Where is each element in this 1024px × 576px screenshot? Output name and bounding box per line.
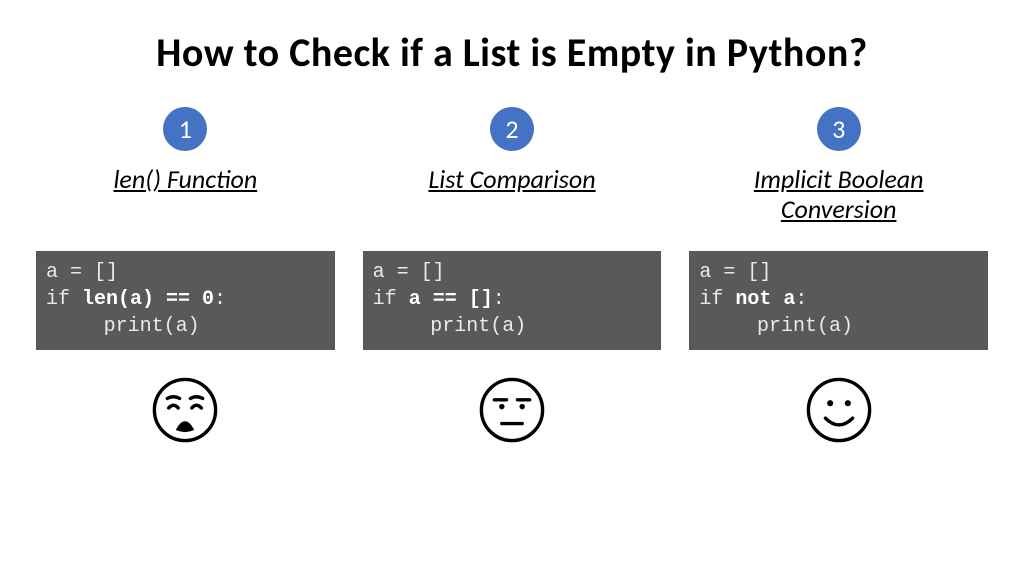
code-line: a = [] xyxy=(699,259,978,286)
badge-1: 1 xyxy=(163,107,207,151)
code-block-1: a = [] if len(a) == 0: print(a) xyxy=(36,251,335,350)
smile-face-icon xyxy=(805,376,873,444)
subtitle-3: Implicit Boolean Conversion xyxy=(689,165,988,237)
weary-face-icon xyxy=(151,376,219,444)
badge-2: 2 xyxy=(490,107,534,151)
code-line: if len(a) == 0: xyxy=(46,286,325,313)
slide: How to Check if a List is Empty in Pytho… xyxy=(0,0,1024,576)
column-3: 3 Implicit Boolean Conversion a = [] if … xyxy=(689,107,988,444)
code-line: if a == []: xyxy=(373,286,652,313)
badge-3: 3 xyxy=(817,107,861,151)
columns-row: 1 len() Function a = [] if len(a) == 0: … xyxy=(36,107,988,444)
page-title: How to Check if a List is Empty in Pytho… xyxy=(36,28,988,77)
code-line: print(a) xyxy=(699,313,978,340)
code-line: a = [] xyxy=(46,259,325,286)
code-block-3: a = [] if not a: print(a) xyxy=(689,251,988,350)
code-block-2: a = [] if a == []: print(a) xyxy=(363,251,662,350)
code-line: if not a: xyxy=(699,286,978,313)
subtitle-2: List Comparison xyxy=(424,165,599,237)
column-1: 1 len() Function a = [] if len(a) == 0: … xyxy=(36,107,335,444)
code-line: print(a) xyxy=(373,313,652,340)
column-2: 2 List Comparison a = [] if a == []: pri… xyxy=(363,107,662,444)
code-line: a = [] xyxy=(373,259,652,286)
subtitle-1: len() Function xyxy=(109,165,261,237)
unamused-face-icon xyxy=(478,376,546,444)
code-line: print(a) xyxy=(46,313,325,340)
